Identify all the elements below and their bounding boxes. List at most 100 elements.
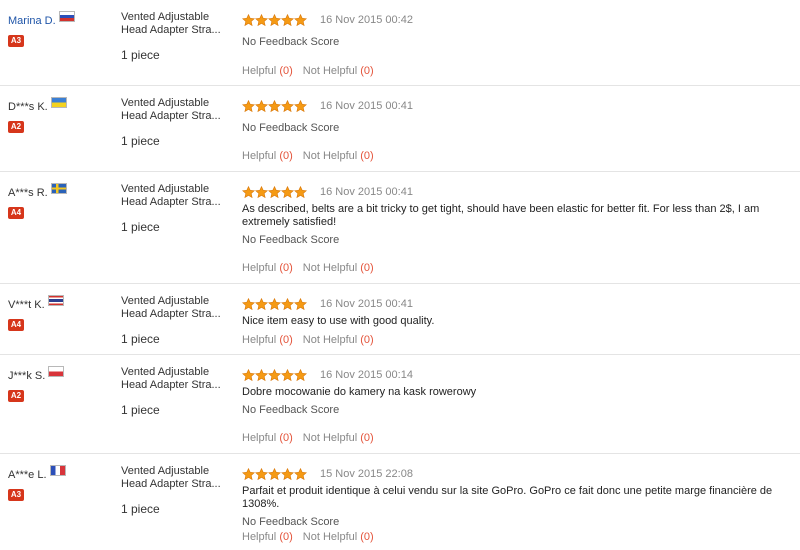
helpful-button[interactable]: Helpful (0) [242, 334, 293, 346]
quantity: 1 piece [121, 502, 160, 516]
star-icon [268, 368, 281, 381]
quantity: 1 piece [121, 332, 160, 346]
product-name[interactable]: Vented Adjustable Head Adapter Stra... [121, 366, 231, 392]
star-icon [242, 368, 255, 381]
vote-bar: Helpful (0) Not Helpful (0) [242, 65, 384, 77]
not-helpful-button[interactable]: Not Helpful (0) [303, 262, 374, 274]
review-row: V***t K. A4 Vented Adjustable Head Adapt… [0, 284, 800, 355]
star-icon [242, 185, 255, 198]
france-flag-icon [49, 465, 66, 476]
helpful-count: (0) [279, 432, 293, 444]
buyer-name[interactable]: Marina D. [8, 15, 56, 27]
helpful-button[interactable]: Helpful (0) [242, 150, 293, 162]
not-helpful-label: Not Helpful [302, 150, 358, 162]
star-icon [255, 467, 268, 480]
review-date: 16 Nov 2015 00:42 [320, 14, 413, 27]
buyer-level-badge: A3 [8, 35, 24, 47]
star-icon [294, 368, 307, 381]
review-content: 16 Nov 2015 00:41 Nice item easy to use … [242, 297, 787, 328]
not-helpful-button[interactable]: Not Helpful (0) [303, 531, 374, 543]
not-helpful-button[interactable]: Not Helpful (0) [303, 65, 374, 77]
product-info: Vented Adjustable Head Adapter Stra... 1… [121, 183, 231, 234]
star-icon [268, 297, 281, 310]
product-name[interactable]: Vented Adjustable Head Adapter Stra... [121, 183, 231, 209]
review-content: 15 Nov 2015 22:08 Parfait et produit ide… [242, 467, 787, 529]
buyer-name-line: Marina D. [8, 11, 108, 27]
helpful-count: (0) [279, 531, 293, 543]
star-icon [255, 185, 268, 198]
star-icon [281, 368, 294, 381]
star-icon [281, 297, 294, 310]
rating-line: 16 Nov 2015 00:42 [242, 13, 787, 27]
product-info: Vented Adjustable Head Adapter Stra... 1… [121, 11, 231, 62]
helpful-count: (0) [279, 65, 293, 77]
buyer-name-line: V***t K. [8, 295, 108, 311]
product-name[interactable]: Vented Adjustable Head Adapter Stra... [121, 465, 231, 491]
review-row: Marina D. A3 Vented Adjustable Head Adap… [0, 0, 800, 86]
rating-line: 16 Nov 2015 00:41 [242, 99, 787, 113]
star-icon [268, 13, 281, 26]
helpful-button[interactable]: Helpful (0) [242, 531, 293, 543]
helpful-label: Helpful [242, 65, 277, 77]
review-date: 16 Nov 2015 00:14 [320, 369, 413, 382]
not-helpful-label: Not Helpful [302, 334, 358, 346]
vote-bar: Helpful (0) Not Helpful (0) [242, 531, 384, 543]
not-helpful-count: (0) [360, 150, 374, 162]
star-icon [255, 13, 268, 26]
buyer-info: Marina D. A3 [8, 11, 108, 47]
buyer-info: A***e L. A3 [8, 465, 108, 501]
quantity: 1 piece [121, 220, 160, 234]
star-rating [242, 297, 307, 311]
product-name[interactable]: Vented Adjustable Head Adapter Stra... [121, 11, 231, 37]
rating-line: 16 Nov 2015 00:41 [242, 297, 787, 311]
star-icon [255, 368, 268, 381]
not-helpful-label: Not Helpful [302, 531, 358, 543]
product-info: Vented Adjustable Head Adapter Stra... 1… [121, 295, 231, 346]
star-icon [294, 13, 307, 26]
star-icon [242, 13, 255, 26]
not-helpful-count: (0) [360, 334, 374, 346]
not-helpful-count: (0) [360, 65, 374, 77]
helpful-button[interactable]: Helpful (0) [242, 65, 293, 77]
star-rating [242, 368, 307, 382]
star-icon [281, 467, 294, 480]
quantity: 1 piece [121, 48, 160, 62]
quantity: 1 piece [121, 134, 160, 148]
star-rating [242, 99, 307, 113]
helpful-button[interactable]: Helpful (0) [242, 432, 293, 444]
star-icon [294, 297, 307, 310]
star-rating [242, 13, 307, 27]
product-info: Vented Adjustable Head Adapter Stra... 1… [121, 97, 231, 148]
review-content: 16 Nov 2015 00:14 Dobre mocowanie do kam… [242, 368, 787, 417]
star-rating [242, 185, 307, 199]
ukraine-flag-icon [50, 97, 67, 108]
review-comment: Dobre mocowanie do kamery na kask rowero… [242, 386, 477, 398]
vote-bar: Helpful (0) Not Helpful (0) [242, 432, 384, 444]
product-info: Vented Adjustable Head Adapter Stra... 1… [121, 366, 231, 417]
not-helpful-label: Not Helpful [302, 262, 358, 274]
star-icon [268, 467, 281, 480]
helpful-label: Helpful [242, 531, 277, 543]
helpful-label: Helpful [242, 432, 277, 444]
product-name[interactable]: Vented Adjustable Head Adapter Stra... [121, 295, 231, 321]
helpful-label: Helpful [242, 262, 277, 274]
rating-line: 16 Nov 2015 00:41 [242, 185, 787, 199]
helpful-count: (0) [279, 334, 293, 346]
product-name[interactable]: Vented Adjustable Head Adapter Stra... [121, 97, 231, 123]
feedback-score: No Feedback Score [242, 516, 340, 528]
review-content: 16 Nov 2015 00:41 No Feedback Score [242, 99, 787, 135]
not-helpful-button[interactable]: Not Helpful (0) [303, 334, 374, 346]
helpful-count: (0) [279, 262, 293, 274]
helpful-button[interactable]: Helpful (0) [242, 262, 293, 274]
not-helpful-button[interactable]: Not Helpful (0) [303, 432, 374, 444]
buyer-info: J***k S. A2 [8, 366, 108, 402]
star-icon [242, 99, 255, 112]
star-icon [268, 185, 281, 198]
star-icon [281, 99, 294, 112]
star-icon [242, 467, 255, 480]
not-helpful-button[interactable]: Not Helpful (0) [303, 150, 374, 162]
not-helpful-count: (0) [360, 531, 374, 543]
star-icon [294, 467, 307, 480]
helpful-count: (0) [279, 150, 293, 162]
review-date: 16 Nov 2015 00:41 [320, 100, 413, 113]
